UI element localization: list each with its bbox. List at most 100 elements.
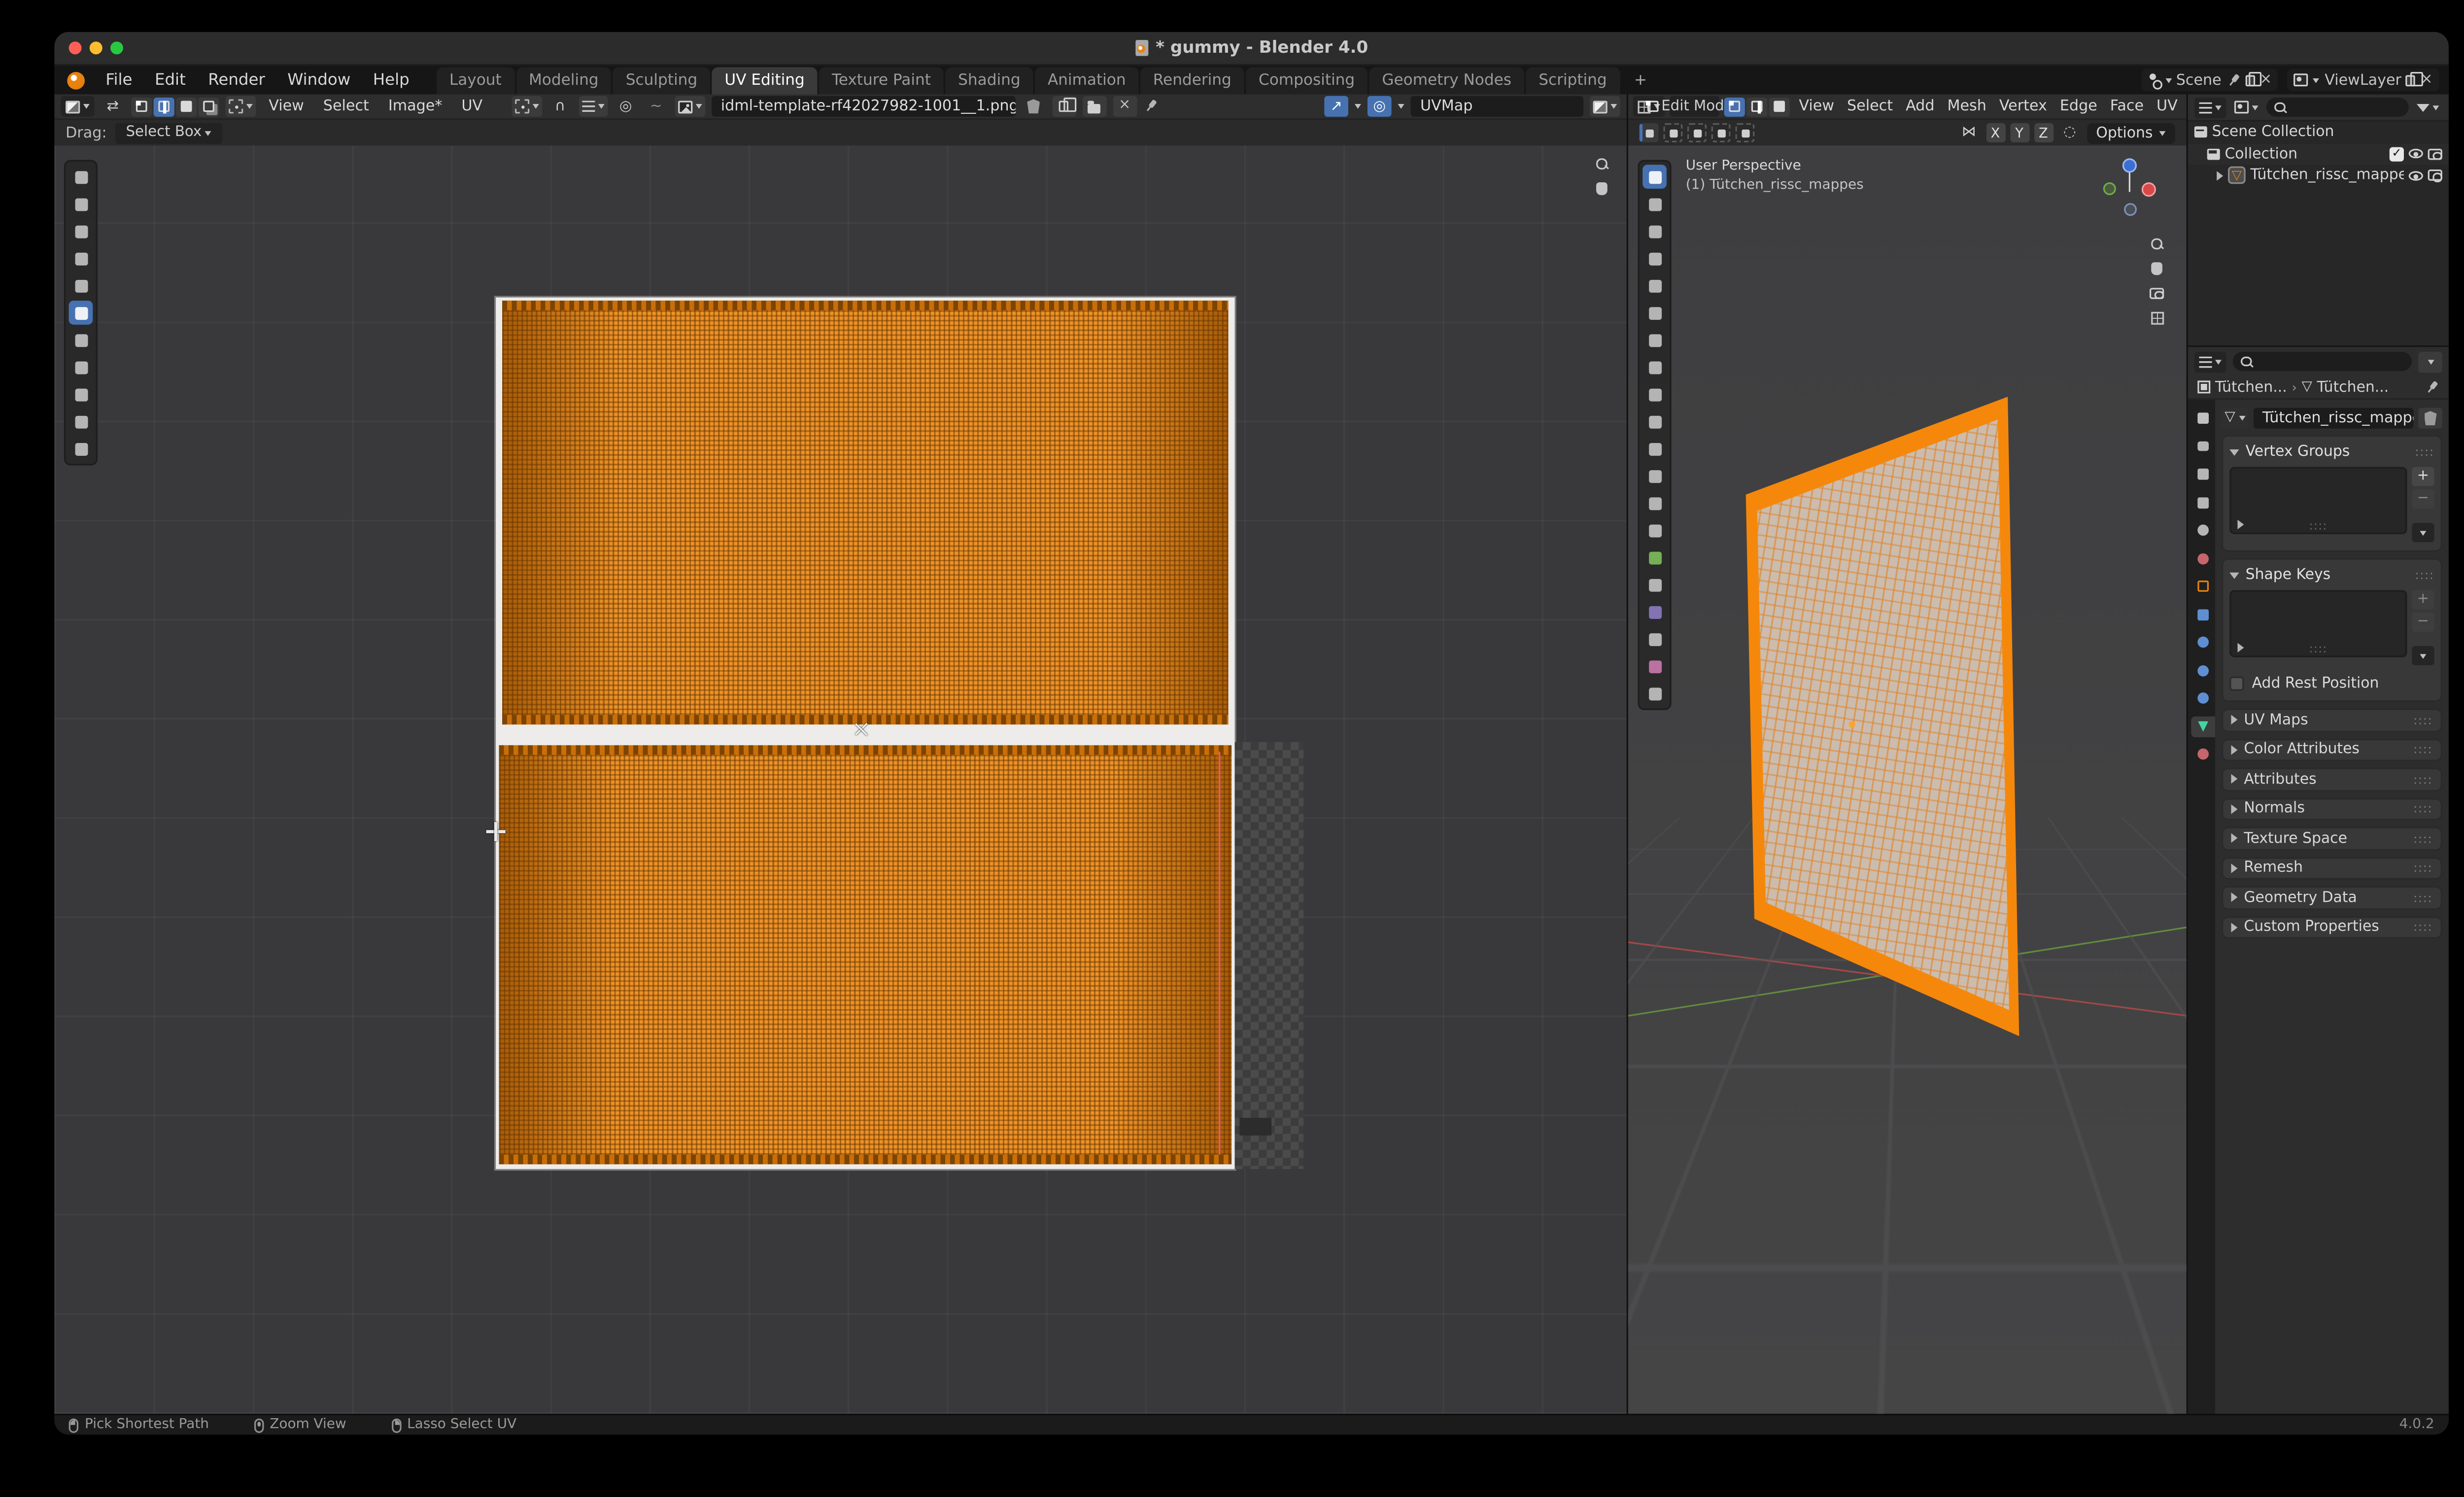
gizmo-minus-z-axis[interactable] [2124, 203, 2137, 216]
options-dropdown[interactable]: Options [2087, 122, 2175, 143]
breadcrumb-data-label[interactable]: Tütchen... [2317, 378, 2389, 396]
mesh-object[interactable] [1740, 390, 2025, 1043]
display-channels-dropdown[interactable] [1590, 96, 1620, 117]
fake-user-toggle[interactable] [2418, 408, 2442, 429]
properties-tab-data[interactable] [2191, 715, 2215, 736]
uv-menu-image[interactable]: Image* [382, 98, 449, 115]
properties-tab-render[interactable] [2191, 436, 2215, 456]
geometry-data-panel-header[interactable]: Geometry Data :::: [2222, 886, 2442, 909]
add-workspace-button[interactable]: + [1621, 67, 1660, 94]
uv-select-mode-island[interactable] [198, 97, 219, 116]
custom-properties-panel-header[interactable]: Custom Properties :::: [2222, 916, 2442, 939]
tool-rotate[interactable] [69, 273, 93, 298]
tool-loop-cut[interactable] [1643, 518, 1667, 543]
unlink-scene-icon[interactable]: × [2260, 73, 2272, 87]
v3d-menu-uv[interactable]: UV [2153, 98, 2182, 115]
tab-modeling[interactable]: Modeling [516, 67, 612, 94]
tool-select-box[interactable] [69, 192, 93, 216]
image-fake-user-toggle[interactable] [1022, 96, 1046, 117]
uv-island-top[interactable] [502, 301, 1228, 724]
active-tool-icon[interactable] [1640, 123, 1659, 142]
v3d-menu-edge[interactable]: Edge [2056, 98, 2101, 115]
tab-sculpting[interactable]: Sculpting [613, 67, 710, 94]
properties-tab-object[interactable] [2191, 576, 2215, 596]
add-vertex-group-button[interactable]: + [2412, 467, 2434, 486]
tool-extrude-region[interactable] [1643, 437, 1667, 461]
pin-icon[interactable] [2224, 70, 2244, 90]
uv-sync-selection-toggle[interactable]: ⇄ [101, 96, 125, 117]
tab-scripting[interactable]: Scripting [1526, 67, 1619, 94]
tool-shear[interactable] [1643, 681, 1667, 706]
uv-snap-target-dropdown[interactable] [579, 96, 607, 117]
drag-grip-icon[interactable]: :::: [2413, 772, 2432, 786]
tab-geometry-nodes[interactable]: Geometry Nodes [1369, 67, 1524, 94]
tool-smooth[interactable] [1643, 627, 1667, 651]
v3d-menu-face[interactable]: Face [2106, 98, 2148, 115]
pan-hand-icon[interactable] [2151, 262, 2162, 274]
uv-pivot-dropdown[interactable] [512, 96, 542, 117]
uv-menu-uv[interactable]: UV [455, 98, 489, 115]
mirror-y-toggle[interactable]: Y [2010, 123, 2029, 142]
filter-dropdown[interactable] [2413, 97, 2442, 117]
drag-grip-icon[interactable]: :::: [2413, 861, 2432, 875]
shape-keys-header[interactable]: Shape Keys :::: [2229, 566, 2434, 584]
hide-in-viewport-icon[interactable] [2409, 149, 2423, 159]
uv-island-bottom[interactable] [499, 745, 1232, 1164]
hide-in-viewport-icon[interactable] [2409, 170, 2423, 180]
properties-tab-view-layer[interactable] [2191, 492, 2215, 512]
remove-shape-key-button[interactable]: − [2412, 612, 2434, 632]
menu-window[interactable]: Window [276, 66, 362, 94]
remove-vertex-group-button[interactable]: − [2412, 489, 2434, 509]
properties-tab-tool[interactable] [2191, 408, 2215, 429]
uv-select-mode-face[interactable] [176, 97, 197, 116]
tool-fallback-icon[interactable] [1663, 123, 1682, 142]
tool-measure[interactable] [1643, 382, 1667, 407]
texture-space-panel-header[interactable]: Texture Space :::: [2222, 827, 2442, 850]
pin-image-icon[interactable] [1140, 96, 1161, 116]
tool-knife[interactable] [1643, 545, 1667, 570]
uv-canvas[interactable] [54, 145, 1626, 1414]
tool-select-box[interactable] [1643, 192, 1667, 216]
tab-shading[interactable]: Shading [945, 67, 1033, 94]
zoom-icon[interactable] [2152, 238, 2162, 249]
uv-select-mode-edge[interactable] [154, 97, 174, 116]
tool-inset-faces[interactable] [1643, 464, 1667, 488]
drag-grip-icon[interactable]: :::: [2415, 568, 2434, 582]
tab-animation[interactable]: Animation [1035, 67, 1139, 94]
select-mode-edge[interactable] [1747, 97, 1768, 116]
properties-tab-physics[interactable] [2191, 660, 2215, 680]
drag-grip-icon[interactable]: :::: [2413, 920, 2432, 934]
properties-options-dropdown[interactable] [2418, 351, 2442, 372]
select-mode-vertex[interactable] [1725, 97, 1745, 116]
tool-scale[interactable] [1643, 301, 1667, 325]
v3d-menu-view[interactable]: View [1795, 98, 1838, 115]
view-layer-selector[interactable]: ViewLayer × [2288, 69, 2439, 91]
editor-type-dropdown[interactable] [2194, 351, 2226, 372]
camera-view-icon[interactable] [2150, 287, 2164, 299]
tab-uv-editing[interactable]: UV Editing [712, 67, 817, 94]
minimize-window-button[interactable] [90, 41, 103, 54]
open-image-button[interactable] [1082, 96, 1106, 117]
uv-gizmos-toggle[interactable]: ↗ [1324, 96, 1348, 117]
image-browse-dropdown[interactable] [675, 96, 705, 117]
tab-compositing[interactable]: Compositing [1246, 67, 1368, 94]
v3d-menu-select[interactable]: Select [1843, 98, 1897, 115]
tool-annotate[interactable] [69, 355, 93, 379]
uv-snap-toggle[interactable]: ∩ [548, 96, 572, 117]
viewport-canvas[interactable]: User Perspective (1) Tütchen_rissc_mappe… [1628, 145, 2187, 1414]
shape-key-specials-dropdown[interactable] [2412, 646, 2434, 665]
vertex-group-specials-dropdown[interactable] [2412, 523, 2434, 542]
properties-tab-scene[interactable] [2191, 520, 2215, 541]
tool-annotate[interactable] [1643, 355, 1667, 379]
uv-overlays-toggle[interactable]: ◎ [1368, 96, 1392, 117]
close-window-button[interactable] [69, 41, 82, 54]
tool-relax[interactable] [69, 409, 93, 434]
add-rest-position-checkbox[interactable] [2229, 677, 2244, 691]
new-view-layer-icon[interactable] [2406, 74, 2416, 86]
uv-falloff-dropdown[interactable]: ~ [644, 96, 668, 117]
normals-panel-header[interactable]: Normals :::: [2222, 797, 2442, 820]
tab-layout[interactable]: Layout [437, 67, 514, 94]
disable-in-render-icon[interactable] [2428, 148, 2442, 160]
menu-help[interactable]: Help [362, 66, 420, 94]
uv-menu-view[interactable]: View [262, 98, 310, 115]
